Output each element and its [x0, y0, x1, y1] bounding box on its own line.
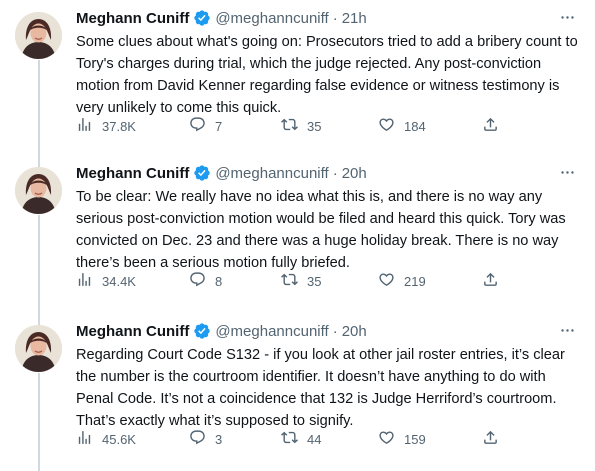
like-count: 159 [404, 431, 426, 447]
reply-count: 8 [215, 273, 223, 289]
tweet[interactable]: Meghann Cuniff @meghanncuniff · 20h To b… [0, 155, 595, 313]
reply-icon [189, 429, 206, 449]
tweet-header: Meghann Cuniff @meghanncuniff · 21h [76, 8, 577, 28]
separator: · [332, 164, 338, 182]
avatar[interactable] [15, 167, 62, 214]
views-icon [76, 271, 93, 291]
author-name[interactable]: Meghann Cuniff [76, 323, 189, 340]
verified-badge-icon [193, 9, 211, 27]
tweet-header: Meghann Cuniff @meghanncuniff · 20h [76, 321, 577, 341]
verified-badge-icon [193, 322, 211, 340]
tweet[interactable]: Meghann Cuniff @meghanncuniff · 20h Rega… [0, 313, 595, 471]
reply-button[interactable]: 8 [189, 270, 222, 292]
more-icon[interactable] [557, 320, 577, 340]
reply-count: 7 [215, 118, 223, 134]
action-bar: 45.6K 3 44 159 [76, 428, 506, 450]
retweet-button[interactable]: 44 [281, 428, 321, 450]
avatar-image [15, 12, 62, 59]
author-name[interactable]: Meghann Cuniff [76, 10, 189, 27]
more-icon[interactable] [557, 7, 577, 27]
views-icon [76, 116, 93, 136]
views-count: 37.8K [102, 118, 136, 134]
share-button[interactable] [482, 115, 499, 137]
tweet-text: To be clear: We really have no idea what… [76, 189, 570, 271]
retweet-icon [281, 116, 298, 136]
thread-connector [38, 155, 40, 167]
author-name[interactable]: Meghann Cuniff [76, 165, 189, 182]
reply-count: 3 [215, 431, 223, 447]
avatar[interactable] [15, 325, 62, 372]
views-count: 45.6K [102, 431, 136, 447]
share-icon [482, 116, 499, 136]
like-button[interactable]: 219 [378, 270, 426, 292]
avatar-image [15, 325, 62, 372]
author-handle[interactable]: @meghanncuniff [215, 165, 328, 182]
share-icon [482, 271, 499, 291]
like-icon [378, 116, 395, 136]
like-icon [378, 429, 395, 449]
retweet-icon [281, 271, 298, 291]
thread-connector [38, 60, 40, 155]
more-icon[interactable] [557, 162, 577, 182]
author-handle[interactable]: @meghanncuniff [215, 10, 328, 27]
views-count: 34.4K [102, 273, 136, 289]
reply-button[interactable]: 7 [189, 115, 222, 137]
like-button[interactable]: 159 [378, 428, 426, 450]
tweet-thread: Meghann Cuniff @meghanncuniff · 21h Some… [0, 0, 595, 471]
retweet-count: 44 [307, 431, 322, 447]
views-button[interactable]: 37.8K [76, 115, 136, 137]
action-bar: 37.8K 7 35 184 [76, 115, 506, 137]
reply-button[interactable]: 3 [189, 428, 222, 450]
retweet-count: 35 [307, 118, 322, 134]
separator: · [332, 322, 338, 340]
separator: · [332, 9, 338, 27]
timestamp[interactable]: 20h [342, 323, 367, 340]
verified-badge-icon [193, 164, 211, 182]
share-icon [482, 429, 499, 449]
tweet-text: Some clues about what's going on: Prosec… [76, 34, 582, 116]
views-icon [76, 429, 93, 449]
reply-icon [189, 116, 206, 136]
timestamp[interactable]: 20h [342, 165, 367, 182]
reply-icon [189, 271, 206, 291]
avatar[interactable] [15, 12, 62, 59]
author-handle[interactable]: @meghanncuniff [215, 323, 328, 340]
like-icon [378, 271, 395, 291]
tweet-header: Meghann Cuniff @meghanncuniff · 20h [76, 163, 577, 183]
views-button[interactable]: 34.4K [76, 270, 136, 292]
retweet-count: 35 [307, 273, 322, 289]
retweet-icon [281, 429, 298, 449]
retweet-button[interactable]: 35 [281, 270, 321, 292]
like-count: 219 [404, 273, 426, 289]
timestamp[interactable]: 21h [342, 10, 367, 27]
tweet-text: Regarding Court Code S132 - if you look … [76, 347, 569, 429]
tweet[interactable]: Meghann Cuniff @meghanncuniff · 21h Some… [0, 0, 595, 155]
thread-connector [38, 373, 40, 471]
action-bar: 34.4K 8 35 219 [76, 270, 506, 292]
like-button[interactable]: 184 [378, 115, 426, 137]
thread-connector [38, 313, 40, 325]
share-button[interactable] [482, 270, 499, 292]
views-button[interactable]: 45.6K [76, 428, 136, 450]
avatar-image [15, 167, 62, 214]
thread-connector [38, 215, 40, 313]
share-button[interactable] [482, 428, 499, 450]
retweet-button[interactable]: 35 [281, 115, 321, 137]
like-count: 184 [404, 118, 426, 134]
